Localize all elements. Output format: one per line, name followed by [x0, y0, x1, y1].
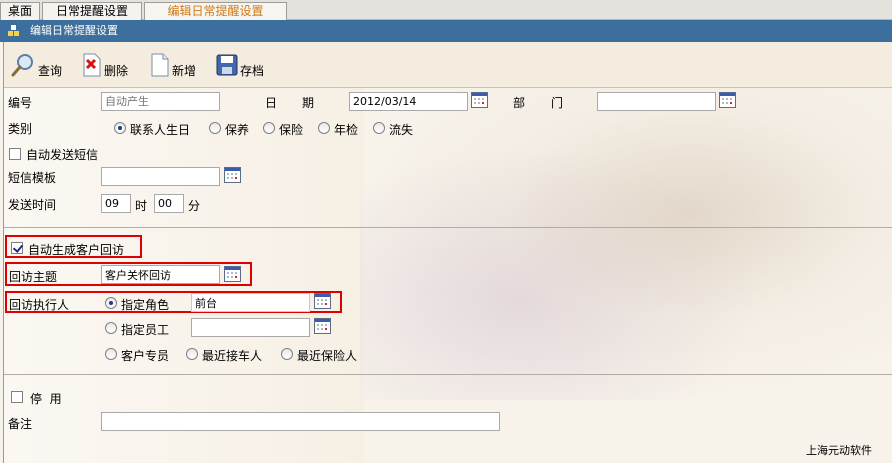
- send-minute-field[interactable]: [154, 194, 184, 213]
- assign-staff-field[interactable]: [191, 318, 310, 337]
- tab-daily-reminder-settings[interactable]: 日常提醒设置: [42, 2, 142, 20]
- sms-template-picker-icon[interactable]: [224, 167, 241, 183]
- category-radio-insurance[interactable]: [263, 122, 275, 134]
- delete-label: 删除: [104, 63, 129, 78]
- window-titlebar: 编辑日常提醒设置: [0, 20, 892, 42]
- visit-executor-label: 回访执行人: [9, 298, 70, 312]
- remark-field[interactable]: [101, 412, 500, 431]
- auto-sms-label: 自动发送短信: [26, 148, 99, 162]
- disable-label: 停 用: [30, 392, 62, 406]
- category-radio-annual-inspection[interactable]: [318, 122, 330, 134]
- dept-label-char-2: 门: [551, 96, 564, 110]
- visit-subject-picker-icon[interactable]: [224, 266, 241, 282]
- visit-subject-label: 回访主题: [9, 270, 58, 284]
- magnifier-icon: [11, 54, 33, 77]
- category-option-insurance: 保险: [279, 123, 304, 137]
- delete-document-icon: [83, 53, 101, 77]
- assign-role-label: 指定角色: [121, 298, 170, 312]
- date-label-char-2: 期: [302, 96, 315, 110]
- date-field[interactable]: [349, 92, 468, 111]
- assign-role-radio[interactable]: [105, 297, 117, 309]
- query-label: 查询: [38, 63, 63, 78]
- add-button[interactable]: 新增: [150, 50, 196, 80]
- dept-field[interactable]: [597, 92, 716, 111]
- date-calendar-icon[interactable]: [471, 92, 488, 108]
- recent-insurance-radio[interactable]: [281, 348, 293, 360]
- module-icon: [8, 25, 19, 36]
- section-divider-1: [4, 227, 892, 228]
- floppy-disk-icon: [216, 54, 238, 76]
- delete-button[interactable]: 删除: [82, 50, 128, 80]
- assign-role-field[interactable]: [191, 293, 310, 312]
- query-button[interactable]: 查询: [10, 50, 62, 80]
- category-radio-churn[interactable]: [373, 122, 385, 134]
- toolbar: 查询 删除 新增 存档: [4, 42, 892, 88]
- new-document-icon: [151, 53, 169, 77]
- minute-unit-label: 分: [188, 199, 201, 213]
- category-option-churn: 流失: [389, 123, 414, 137]
- dept-picker-icon[interactable]: [719, 92, 736, 108]
- assign-staff-radio[interactable]: [105, 322, 117, 334]
- add-label: 新增: [172, 63, 197, 78]
- window-title: 编辑日常提醒设置: [30, 24, 118, 37]
- tab-bar: 桌面 日常提醒设置 编辑日常提醒设置: [0, 0, 892, 20]
- category-option-annual-inspection: 年检: [334, 123, 359, 137]
- sms-template-field[interactable]: [101, 167, 220, 186]
- auto-visit-label: 自动生成客户回访: [28, 243, 125, 257]
- auto-visit-checkbox[interactable]: [11, 242, 23, 254]
- recent-insurance-label: 最近保险人: [297, 349, 358, 363]
- assign-staff-picker-icon[interactable]: [314, 318, 331, 334]
- customer-rep-radio[interactable]: [105, 348, 117, 360]
- category-label: 类别: [8, 122, 33, 136]
- tab-edit-daily-reminder-settings[interactable]: 编辑日常提醒设置: [144, 2, 287, 20]
- disable-checkbox[interactable]: [11, 391, 23, 403]
- tab-desktop[interactable]: 桌面: [0, 2, 40, 20]
- assign-staff-label: 指定员工: [121, 323, 170, 337]
- number-field[interactable]: [101, 92, 220, 111]
- number-label: 编号: [8, 96, 33, 110]
- save-button[interactable]: 存档: [216, 50, 264, 80]
- save-label: 存档: [240, 63, 265, 78]
- background-artwork: [360, 60, 892, 400]
- category-option-maintenance: 保养: [225, 123, 250, 137]
- sms-template-label: 短信模板: [8, 171, 57, 185]
- recent-pickup-radio[interactable]: [186, 348, 198, 360]
- dept-label-char-1: 部: [513, 96, 526, 110]
- send-hour-field[interactable]: [101, 194, 131, 213]
- hour-unit-label: 时: [135, 199, 148, 213]
- assign-role-picker-icon[interactable]: [314, 293, 331, 309]
- date-label-char-1: 日: [265, 96, 278, 110]
- footer-company: 上海元动软件: [806, 444, 872, 457]
- category-option-birthday: 联系人生日: [130, 123, 191, 137]
- category-radio-birthday[interactable]: [114, 122, 126, 134]
- recent-pickup-label: 最近接车人: [202, 349, 263, 363]
- category-radio-maintenance[interactable]: [209, 122, 221, 134]
- visit-subject-field[interactable]: [101, 265, 220, 284]
- remark-label: 备注: [8, 417, 33, 431]
- customer-rep-label: 客户专员: [121, 349, 170, 363]
- section-divider-2: [4, 374, 892, 375]
- send-time-label: 发送时间: [8, 198, 57, 212]
- auto-sms-checkbox[interactable]: [9, 148, 21, 160]
